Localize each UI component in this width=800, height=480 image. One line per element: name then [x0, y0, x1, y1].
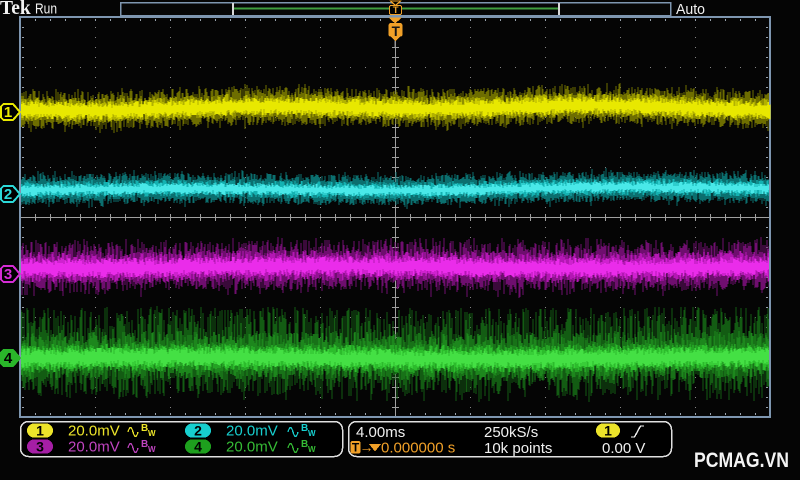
svg-text:Run: Run — [35, 2, 57, 18]
svg-text:20.0mV: 20.0mV — [68, 423, 120, 440]
svg-text:20.0mV: 20.0mV — [226, 423, 278, 440]
svg-text:1: 1 — [4, 104, 12, 121]
svg-text:2: 2 — [4, 186, 12, 203]
svg-text:W: W — [308, 429, 316, 438]
svg-text:20.0mV: 20.0mV — [68, 439, 120, 456]
svg-text:T: T — [392, 24, 401, 39]
svg-text:W: W — [148, 429, 156, 438]
svg-text:PCMAG.VN: PCMAG.VN — [694, 449, 789, 472]
svg-text:20.0mV: 20.0mV — [226, 439, 278, 456]
svg-text:1: 1 — [36, 423, 44, 439]
svg-text:250kS/s: 250kS/s — [484, 424, 538, 441]
svg-text:4: 4 — [194, 439, 202, 455]
svg-text:4: 4 — [4, 350, 13, 367]
svg-text:W: W — [148, 445, 156, 454]
svg-text:→: → — [360, 439, 374, 455]
svg-text:1: 1 — [604, 423, 612, 439]
svg-text:Tek: Tek — [0, 0, 31, 19]
svg-text:T: T — [393, 5, 399, 16]
svg-text:10k points: 10k points — [484, 440, 552, 457]
svg-text:0.00 V: 0.00 V — [602, 440, 645, 457]
svg-text:Auto: Auto — [676, 2, 705, 18]
svg-text:2: 2 — [194, 423, 202, 439]
svg-text:W: W — [308, 445, 316, 454]
svg-text:3: 3 — [4, 266, 12, 283]
svg-text:0.000000 s: 0.000000 s — [381, 440, 455, 457]
svg-text:3: 3 — [36, 439, 44, 455]
